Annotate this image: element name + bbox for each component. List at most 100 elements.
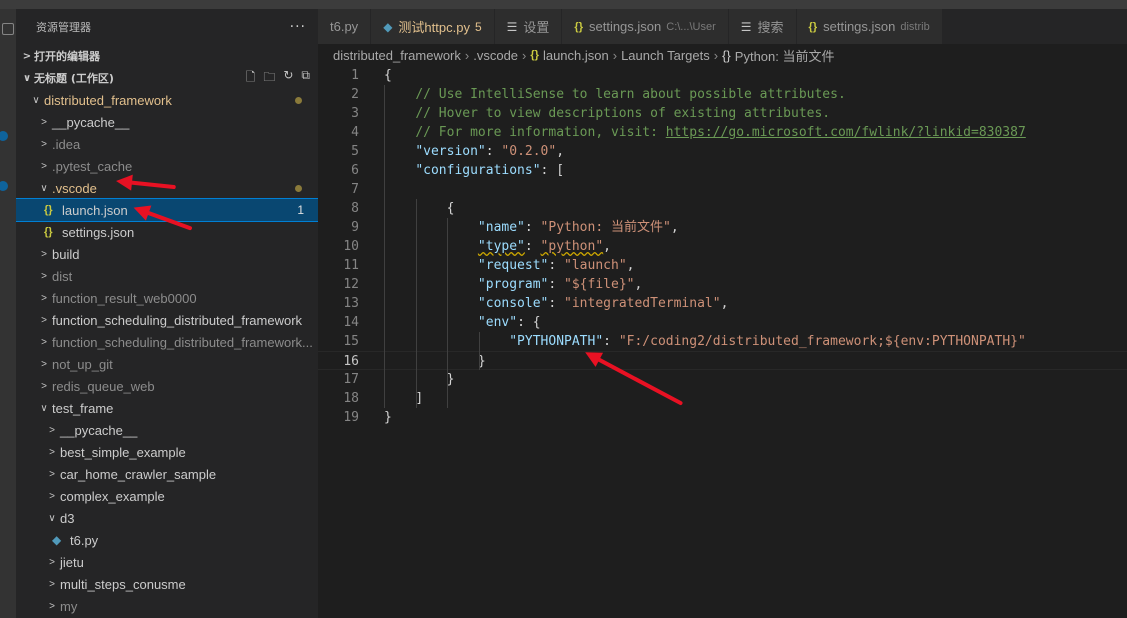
code-line[interactable]: 13 "console": "integratedTerminal", [318,294,1127,313]
breadcrumb-item[interactable]: Python: 当前文件 [735,46,835,65]
code-line[interactable]: 9 "name": "Python: 当前文件", [318,218,1127,237]
explorer-header: 资源管理器 ··· [16,9,318,45]
tree-folder[interactable]: > my [16,595,318,617]
workspace-section[interactable]: ∨ 无标题 (工作区) 🗋 🗀 ↻ ⧉ [16,67,318,89]
tree-folder[interactable]: > best_simple_example [16,441,318,463]
code-token: "version" [415,144,486,159]
code-line[interactable]: 18 ] [318,389,1127,408]
tree-folder[interactable]: ∨ distributed_framework [16,89,318,111]
code-line[interactable]: 10 "type": "python", [318,237,1127,256]
code-editor[interactable]: 1{2 // Use IntelliSense to learn about p… [318,66,1127,618]
chevron-right-icon: > [41,138,47,150]
code-line[interactable]: 3 // Hover to view descriptions of exist… [318,104,1127,123]
tree-item-label: best_simple_example [60,444,186,460]
code-token: "launch" [564,258,627,273]
breadcrumb-item[interactable]: Launch Targets [621,48,710,63]
chevron-down-icon: ∨ [40,182,48,194]
python-icon: ◆ [383,19,393,34]
file-tree: ∨ distributed_framework > __pycache__ > .idea… [16,89,318,617]
tree-folder[interactable]: > redis_queue_web [16,375,318,397]
collapse-all-icon[interactable]: ⧉ [301,68,310,89]
code-line[interactable]: 2 // Use IntelliSense to learn about pos… [318,85,1127,104]
code-line[interactable]: 14 "env": { [318,313,1127,332]
line-number: 2 [351,87,359,102]
breadcrumb-item[interactable]: distributed_framework [333,48,461,63]
explorer-icon[interactable] [2,23,14,35]
code-token: : [524,220,541,235]
editor-tab[interactable]: t6.py [318,9,372,44]
indent-guide [447,218,448,408]
tree-folder[interactable]: > not_up_git [16,353,318,375]
tree-item-label: settings.json [62,224,135,240]
line-number: 9 [351,220,359,235]
tree-folder[interactable]: > multi_steps_conusme [16,573,318,595]
tree-folder[interactable]: > .idea [16,133,318,155]
new-folder-icon[interactable]: 🗀 [263,68,275,89]
breadcrumb-item[interactable]: .vscode [473,48,518,63]
chevron-right-icon: › [713,47,719,63]
code-line[interactable]: 8 { [318,199,1127,218]
json-file-icon: {} [44,226,53,238]
line-number: 4 [351,125,359,140]
editor-tab[interactable]: {} settings.json C:\...\User [562,9,729,44]
code-line[interactable]: 5 "version": "0.2.0", [318,142,1127,161]
code-token: "F:/coding2/distributed_framework;${env:… [618,334,1026,349]
more-actions-icon[interactable]: ··· [290,19,306,35]
tree-file[interactable]: ◆ t6.py [16,529,318,551]
tree-item-label: function_scheduling_distributed_framewor… [52,312,303,328]
code-line[interactable]: 11 "request": "launch", [318,256,1127,275]
open-editors-section[interactable]: > 打开的编辑器 [16,45,318,67]
code-text: ] [384,389,423,408]
tree-folder[interactable]: > dist [16,265,318,287]
tree-file[interactable]: {} settings.json [16,221,318,243]
code-line[interactable]: 15 "PYTHONPATH": "F:/coding2/distributed… [318,332,1127,351]
chevron-right-icon: > [41,314,47,326]
json-file-icon: {} [530,49,539,61]
editor-tab[interactable]: ☰ 设置 [494,9,563,44]
tab-label: settings.json [823,19,896,34]
tab-description: C:\...\User [666,20,716,33]
code-line[interactable]: 17 } [318,370,1127,389]
code-token: , [720,296,729,311]
tree-folder[interactable]: > jietu [16,551,318,573]
tree-folder[interactable]: > build [16,243,318,265]
object-icon: {} [722,47,731,63]
code-token: "env" [477,315,518,330]
tab-label: settings.json [588,19,662,34]
tab-label: 搜索 [757,20,784,35]
code-text: "type": "python", [384,237,611,256]
code-token: // Use IntelliSense to learn about possi… [415,87,846,102]
tree-item-label: distributed_framework [44,92,172,108]
refresh-icon[interactable]: ↻ [283,68,293,89]
workspace-label: 无标题 (工作区) [34,72,114,85]
code-line[interactable]: 12 "program": "${file}", [318,275,1127,294]
modified-dot-icon [295,184,302,192]
editor-tab[interactable]: ◆ 测试httpc.py 5 [371,9,495,44]
tree-folder[interactable]: > function_result_web0000 [16,287,318,309]
tree-folder[interactable]: > __pycache__ [16,111,318,133]
code-line[interactable]: 6 "configurations": [ [318,161,1127,180]
tree-item-label: .idea [52,136,81,152]
code-line[interactable]: 4 // For more information, visit: https:… [318,123,1127,142]
code-line[interactable]: 1{ [318,66,1127,85]
tree-folder[interactable]: > car_home_crawler_sample [16,463,318,485]
code-token: , [670,220,679,235]
line-number: 8 [351,201,359,216]
code-line[interactable]: 16 } [318,351,1127,370]
code-line[interactable]: 19} [318,408,1127,427]
tree-folder[interactable]: > __pycache__ [16,419,318,441]
tree-folder[interactable]: > function_scheduling_distributed_framewo… [16,331,318,353]
code-text: "configurations": [ [384,161,564,180]
code-token: , [556,144,565,159]
new-file-icon[interactable]: 🗋 [246,68,256,89]
tree-folder[interactable]: ∨ d3 [16,507,318,529]
tree-folder[interactable]: > function_scheduling_distributed_framewo… [16,309,318,331]
editor-tab[interactable]: {} settings.json distrib [796,9,943,44]
line-number: 14 [343,315,359,330]
tree-folder[interactable]: > .pytest_cache [16,155,318,177]
tree-folder[interactable]: ∨ test_frame [16,397,318,419]
editor-tab[interactable]: ☰ 搜索 [728,9,797,44]
breadcrumb-item[interactable]: launch.json [543,48,609,63]
tree-folder[interactable]: > complex_example [16,485,318,507]
code-line[interactable]: 7 [318,180,1127,199]
